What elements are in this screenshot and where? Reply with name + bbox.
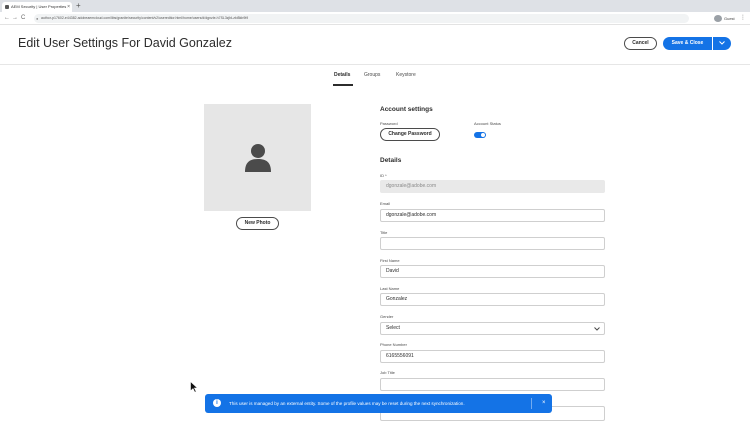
mouse-cursor-icon	[190, 381, 198, 393]
id-field: dgonzale@adobe.com	[380, 180, 605, 193]
user-icon	[245, 144, 271, 172]
back-icon[interactable]: ←	[4, 12, 10, 25]
title-label: Title	[380, 230, 388, 235]
password-label: Password	[380, 121, 398, 126]
header-divider	[0, 64, 750, 65]
save-options-button[interactable]	[713, 37, 731, 50]
job-title-field[interactable]	[380, 378, 605, 391]
browser-menu-icon[interactable]: ⋮	[740, 12, 746, 25]
toggle-knob	[481, 133, 485, 137]
info-toast: i This user is managed by an external en…	[205, 394, 552, 413]
toast-divider	[531, 398, 532, 409]
phone-number-field[interactable]: 6165556091	[380, 350, 605, 363]
account-settings-heading: Account settings	[380, 106, 433, 113]
change-password-button[interactable]: Change Password	[380, 128, 440, 141]
new-photo-button[interactable]: New Photo	[236, 217, 279, 230]
profile-avatar-icon[interactable]	[714, 15, 722, 22]
new-tab-button[interactable]: +	[76, 0, 81, 12]
url-text: author-p17602-e44382.adobeaemcloud.com/l…	[41, 16, 249, 20]
browser-tab[interactable]: AEM Security | User Properties ×	[2, 2, 72, 12]
job-title-label: Job Title	[380, 370, 395, 375]
browser-tab-title: AEM Security | User Properties	[11, 4, 67, 9]
url-field[interactable]: ● author-p17602-e44382.adobeaemcloud.com…	[34, 14, 689, 23]
account-status-toggle[interactable]	[474, 132, 486, 138]
toast-message: This user is managed by an external enti…	[229, 401, 465, 406]
email-field[interactable]: dgonzale@adobe.com	[380, 209, 605, 222]
email-label: Email	[380, 201, 391, 206]
account-status-label: Account Status	[474, 121, 501, 126]
toast-close-icon[interactable]: ×	[542, 394, 546, 413]
favicon-icon	[5, 5, 9, 9]
gender-select[interactable]: Select	[380, 322, 605, 335]
first-name-field[interactable]: David	[380, 265, 605, 278]
profile-label[interactable]: Guest	[724, 12, 735, 25]
chevron-down-icon	[719, 41, 725, 45]
reload-icon[interactable]: C	[21, 12, 25, 25]
title-field[interactable]	[380, 237, 605, 250]
browser-tab-bar: AEM Security | User Properties × +	[0, 0, 750, 12]
tab-keystore[interactable]: Keystore	[396, 72, 416, 78]
tab-list: Details Groups Keystore	[0, 72, 750, 86]
gender-select-value: Select	[386, 325, 400, 331]
forward-icon[interactable]: →	[12, 12, 18, 25]
details-heading: Details	[380, 157, 402, 164]
gender-label: Gender	[380, 314, 394, 319]
first-name-label: First Name	[380, 258, 400, 263]
last-name-label: Last Name	[380, 286, 400, 291]
tab-details[interactable]: Details	[334, 72, 350, 78]
save-close-button[interactable]: Save & Close	[663, 37, 712, 50]
user-photo	[204, 104, 311, 211]
active-tab-indicator	[333, 84, 353, 86]
address-bar: ← → C ● author-p17602-e44382.adobeaemclo…	[0, 12, 750, 25]
tab-groups[interactable]: Groups	[364, 72, 380, 78]
cancel-button[interactable]: Cancel	[624, 37, 657, 50]
id-label: ID *	[380, 173, 387, 178]
info-icon: i	[213, 399, 221, 407]
lock-icon: ●	[36, 16, 39, 21]
tab-close-icon[interactable]: ×	[67, 2, 70, 12]
chevron-down-icon	[594, 323, 600, 334]
last-name-field[interactable]: Gonzalez	[380, 293, 605, 306]
phone-number-label: Phone Number	[380, 342, 407, 347]
page-title: Edit User Settings For David Gonzalez	[18, 36, 232, 50]
